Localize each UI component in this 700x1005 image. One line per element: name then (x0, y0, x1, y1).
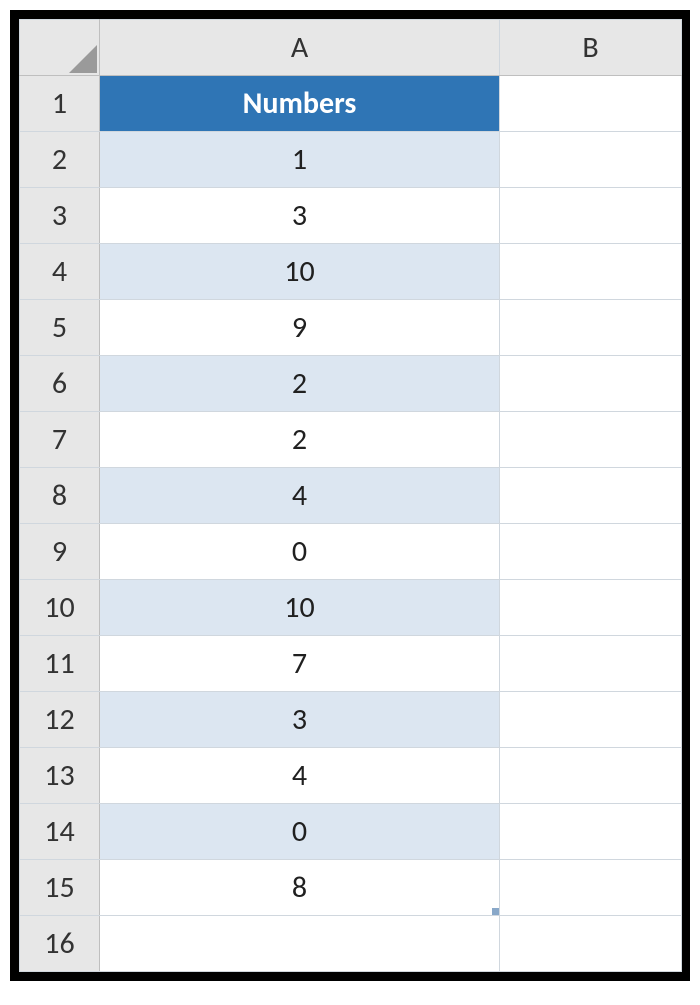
row-header-11[interactable]: 11 (20, 636, 100, 692)
cell-B11[interactable] (500, 636, 682, 692)
row-header-6[interactable]: 6 (20, 356, 100, 412)
column-header-B[interactable]: B (500, 20, 682, 76)
row-header-2[interactable]: 2 (20, 132, 100, 188)
cell-A11[interactable]: 7 (100, 636, 500, 692)
table-row: 11 7 (20, 636, 682, 692)
cell-A7[interactable]: 2 (100, 412, 500, 468)
row-header-12[interactable]: 12 (20, 692, 100, 748)
cell-B7[interactable] (500, 412, 682, 468)
row-header-15[interactable]: 15 (20, 860, 100, 916)
column-header-row: A B (20, 20, 682, 76)
table-row: 15 8 (20, 860, 682, 916)
cell-B3[interactable] (500, 188, 682, 244)
table-row: 16 (20, 916, 682, 972)
cell-B2[interactable] (500, 132, 682, 188)
cell-A13[interactable]: 4 (100, 748, 500, 804)
table-row: 3 3 (20, 188, 682, 244)
table-row: 9 0 (20, 524, 682, 580)
cell-B16[interactable] (500, 916, 682, 972)
table-row: 2 1 (20, 132, 682, 188)
table-row: 8 4 (20, 468, 682, 524)
cell-A10[interactable]: 10 (100, 580, 500, 636)
cell-A1[interactable]: Numbers (100, 76, 500, 132)
table-row: 10 10 (20, 580, 682, 636)
table-row: 7 2 (20, 412, 682, 468)
cell-A2[interactable]: 1 (100, 132, 500, 188)
cell-B4[interactable] (500, 244, 682, 300)
select-all-triangle[interactable] (20, 20, 100, 76)
cell-A12[interactable]: 3 (100, 692, 500, 748)
cell-A6[interactable]: 2 (100, 356, 500, 412)
cell-B8[interactable] (500, 468, 682, 524)
table-row: 13 4 (20, 748, 682, 804)
cell-B9[interactable] (500, 524, 682, 580)
table-row: 14 0 (20, 804, 682, 860)
row-header-16[interactable]: 16 (20, 916, 100, 972)
cell-A16[interactable] (100, 916, 500, 972)
row-header-9[interactable]: 9 (20, 524, 100, 580)
cell-A9[interactable]: 0 (100, 524, 500, 580)
cell-B10[interactable] (500, 580, 682, 636)
row-header-13[interactable]: 13 (20, 748, 100, 804)
cell-A5[interactable]: 9 (100, 300, 500, 356)
cell-B15[interactable] (500, 860, 682, 916)
cell-A15-value: 8 (292, 869, 307, 906)
row-header-14[interactable]: 14 (20, 804, 100, 860)
fill-handle-icon[interactable] (492, 908, 500, 916)
table-row: 5 9 (20, 300, 682, 356)
row-header-4[interactable]: 4 (20, 244, 100, 300)
cell-B13[interactable] (500, 748, 682, 804)
table-row: 6 2 (20, 356, 682, 412)
column-header-A[interactable]: A (100, 20, 500, 76)
spreadsheet-frame: A B 1 Numbers 2 1 3 3 4 10 5 9 6 2 7 2 (10, 10, 690, 981)
row-header-1[interactable]: 1 (20, 76, 100, 132)
cell-A8[interactable]: 4 (100, 468, 500, 524)
cell-B6[interactable] (500, 356, 682, 412)
cell-A14[interactable]: 0 (100, 804, 500, 860)
table-row: 1 Numbers (20, 76, 682, 132)
cell-B5[interactable] (500, 300, 682, 356)
cell-A3[interactable]: 3 (100, 188, 500, 244)
cell-B14[interactable] (500, 804, 682, 860)
cell-B1[interactable] (500, 76, 682, 132)
table-row: 12 3 (20, 692, 682, 748)
spreadsheet-grid[interactable]: A B 1 Numbers 2 1 3 3 4 10 5 9 6 2 7 2 (19, 19, 682, 972)
row-header-10[interactable]: 10 (20, 580, 100, 636)
select-all-icon (69, 45, 97, 73)
row-header-5[interactable]: 5 (20, 300, 100, 356)
row-header-8[interactable]: 8 (20, 468, 100, 524)
row-header-3[interactable]: 3 (20, 188, 100, 244)
cell-A15[interactable]: 8 (100, 860, 500, 916)
table-row: 4 10 (20, 244, 682, 300)
row-header-7[interactable]: 7 (20, 412, 100, 468)
cell-A4[interactable]: 10 (100, 244, 500, 300)
cell-B12[interactable] (500, 692, 682, 748)
